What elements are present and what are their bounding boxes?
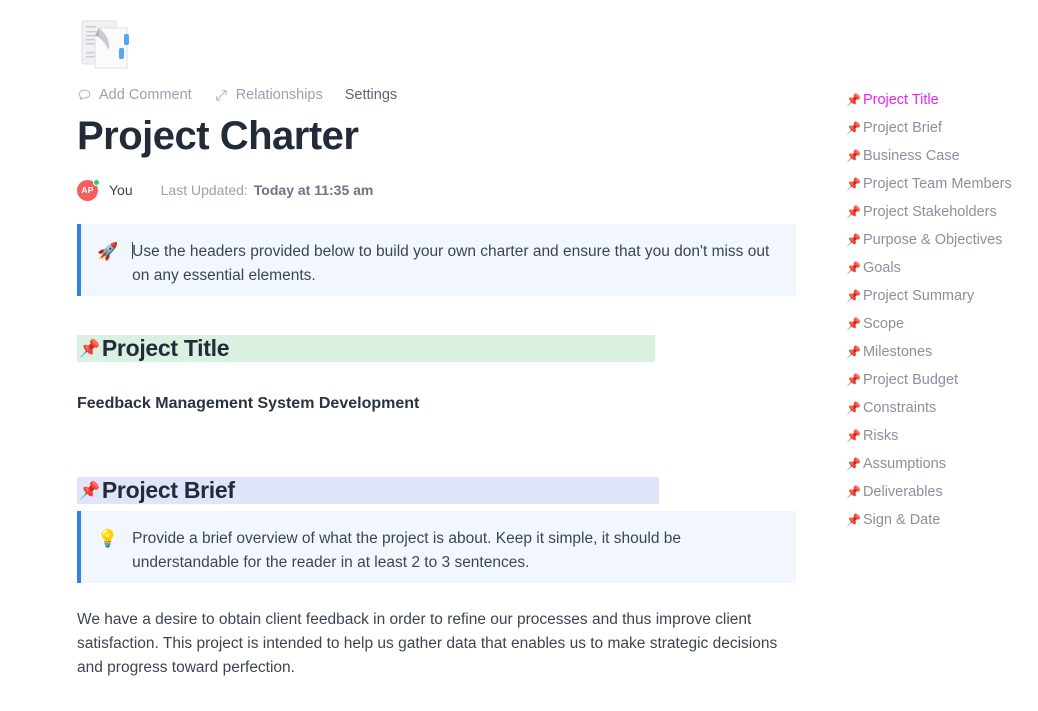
outline-item-label: Constraints — [862, 400, 937, 416]
outline-item-label: Project Team Members — [862, 176, 1012, 192]
outline-item-project-summary[interactable]: 📌 Project Summary — [846, 282, 1038, 310]
pushpin-icon: 📌 — [846, 93, 861, 107]
document-outline: 📌 Project Title 📌 Project Brief 📌 Business Ca… — [846, 86, 1038, 534]
pushpin-icon: 📌 — [846, 373, 861, 387]
outline-item-scope[interactable]: 📌 Scope — [846, 310, 1038, 338]
pushpin-icon: 📌 — [846, 205, 861, 219]
outline-item-project-team-members[interactable]: 📌 Project Team Members — [846, 170, 1038, 198]
relationships-icon — [214, 88, 229, 103]
outline-item-label: Scope — [862, 316, 905, 332]
pushpin-icon: 📌 — [846, 177, 861, 191]
outline-item-label: Project Brief — [862, 120, 942, 136]
settings-label: Settings — [344, 87, 398, 103]
project-brief-body[interactable]: We have a desire to obtain client feedba… — [77, 608, 797, 680]
callout-brief-hint-text: Provide a brief overview of what the pro… — [132, 530, 681, 571]
section-heading-project-brief-label: Project Brief — [101, 477, 235, 503]
pushpin-icon: 📌 — [846, 289, 861, 303]
callout-instructions-text-wrap: Use the headers provided below to build … — [132, 240, 778, 288]
outline-item-label: Milestones — [862, 344, 933, 360]
outline-item-constraints[interactable]: 📌 Constraints — [846, 394, 1038, 422]
pushpin-icon: 📌 — [846, 149, 861, 163]
last-updated-value: Today at 11:35 am — [253, 182, 374, 198]
outline-item-project-title[interactable]: 📌 Project Title — [846, 86, 1038, 114]
outline-item-label: Project Summary — [862, 288, 975, 304]
callout-instructions-text: Use the headers provided below to build … — [132, 243, 770, 284]
project-title-value[interactable]: Feedback Management System Development — [77, 392, 419, 416]
outline-item-label: Project Budget — [862, 372, 959, 388]
outline-item-business-case[interactable]: 📌 Business Case — [846, 142, 1038, 170]
outline-item-label: Business Case — [862, 148, 960, 164]
outline-item-project-stakeholders[interactable]: 📌 Project Stakeholders — [846, 198, 1038, 226]
outline-item-project-budget[interactable]: 📌 Project Budget — [846, 366, 1038, 394]
outline-item-assumptions[interactable]: 📌 Assumptions — [846, 450, 1038, 478]
rocket-emoji: 🚀 — [97, 242, 119, 261]
pushpin-icon: 📌 — [846, 401, 861, 415]
outline-item-project-brief[interactable]: 📌 Project Brief — [846, 114, 1038, 142]
document-toolbar: Add Comment Relationships Settings — [77, 84, 397, 106]
outline-item-label: Assumptions — [862, 456, 946, 472]
callout-instructions[interactable]: 🚀 Use the headers provided below to buil… — [77, 224, 796, 296]
meta-user-label: You — [109, 182, 133, 198]
outline-item-deliverables[interactable]: 📌 Deliverables — [846, 478, 1038, 506]
pushpin-icon: 📌 — [846, 317, 861, 331]
outline-item-label: Goals — [862, 260, 901, 276]
outline-item-label: Sign & Date — [862, 512, 941, 528]
presence-dot-icon — [93, 178, 100, 186]
outline-item-milestones[interactable]: 📌 Milestones — [846, 338, 1038, 366]
document-page: Add Comment Relationships Settings Proje… — [0, 0, 1038, 711]
pushpin-icon: 📌 — [846, 429, 861, 443]
outline-item-label: Deliverables — [862, 484, 943, 500]
document-pages-icon — [77, 16, 139, 72]
pushpin-icon: 📌 — [846, 485, 861, 499]
lightbulb-emoji: 💡 — [97, 529, 119, 548]
section-heading-project-brief[interactable]: 📌 Project Brief — [77, 477, 659, 504]
outline-item-goals[interactable]: 📌 Goals — [846, 254, 1038, 282]
relationships-button[interactable]: Relationships — [214, 87, 323, 103]
outline-item-label: Project Title — [862, 92, 939, 108]
add-comment-label: Add Comment — [99, 87, 192, 103]
pushpin-icon: 📌 — [846, 121, 861, 135]
callout-brief-hint[interactable]: 💡 Provide a brief overview of what the p… — [77, 511, 796, 583]
outline-item-label: Project Stakeholders — [862, 204, 997, 220]
pushpin-icon: 📌 — [846, 233, 861, 247]
page-title[interactable]: Project Charter — [77, 112, 359, 160]
section-heading-project-title[interactable]: 📌 Project Title — [77, 335, 655, 362]
comment-bubble-icon — [77, 88, 92, 103]
pushpin-icon: 📌 — [79, 481, 100, 500]
outline-item-risks[interactable]: 📌 Risks — [846, 422, 1038, 450]
pushpin-icon: 📌 — [79, 339, 100, 358]
outline-item-label: Risks — [862, 428, 899, 444]
pushpin-icon: 📌 — [846, 261, 861, 275]
outline-item-purpose-objectives[interactable]: 📌 Purpose & Objectives — [846, 226, 1038, 254]
document-meta: AP You Last Updated: Today at 11:35 am — [77, 178, 373, 202]
last-updated-label: Last Updated: — [160, 182, 248, 198]
section-heading-project-title-label: Project Title — [101, 335, 230, 361]
pushpin-icon: 📌 — [846, 457, 861, 471]
pushpin-icon: 📌 — [846, 345, 861, 359]
relationships-label: Relationships — [235, 87, 323, 103]
outline-item-sign-date[interactable]: 📌 Sign & Date — [846, 506, 1038, 534]
add-comment-button[interactable]: Add Comment — [77, 87, 192, 103]
outline-item-label: Purpose & Objectives — [862, 232, 1003, 248]
pushpin-icon: 📌 — [846, 513, 861, 527]
avatar[interactable]: AP — [77, 178, 100, 201]
settings-button[interactable]: Settings — [345, 87, 397, 103]
